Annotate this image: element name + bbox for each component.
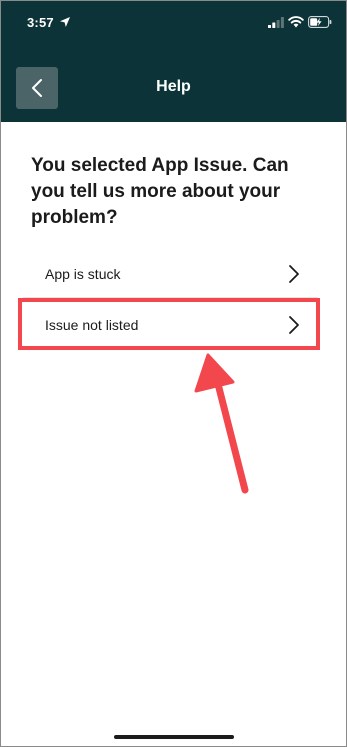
battery-charging-icon — [308, 16, 332, 28]
home-indicator — [114, 735, 234, 739]
option-label: Issue not listed — [45, 317, 139, 333]
chevron-right-icon — [289, 265, 299, 283]
option-issue-not-listed[interactable]: Issue not listed — [23, 303, 318, 349]
status-bar: 3:57 — [1, 1, 346, 41]
help-question: You selected App Issue. Can you tell us … — [31, 155, 289, 228]
cellular-signal-icon — [268, 17, 284, 28]
annotation-arrow-icon — [194, 353, 249, 494]
location-arrow-icon — [60, 17, 70, 27]
app-header: 3:57 Help — [1, 1, 346, 122]
page-title: Help — [156, 78, 191, 95]
chevron-right-icon — [289, 316, 299, 334]
phone-screen: 3:57 Help You selected App Issue. Can yo… — [0, 0, 347, 747]
status-time: 3:57 — [27, 15, 54, 30]
option-label: App is stuck — [45, 266, 121, 282]
option-app-is-stuck[interactable]: App is stuck — [23, 252, 318, 298]
wifi-icon — [288, 16, 304, 28]
